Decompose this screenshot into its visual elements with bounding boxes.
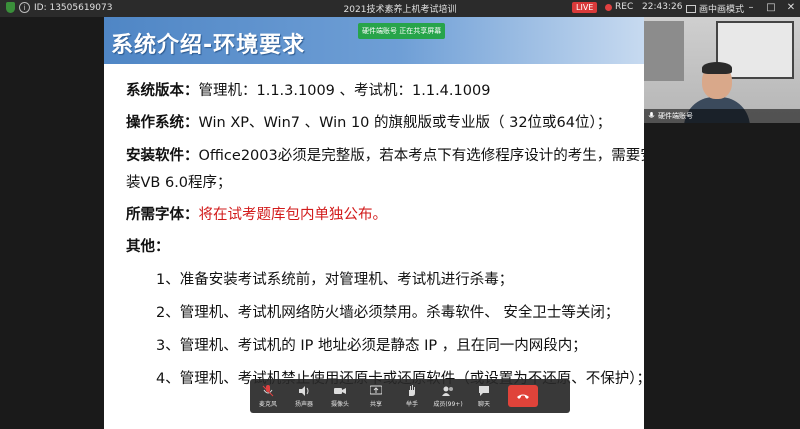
list-item: 1、准备安装考试系统前，对管理机、考试机进行杀毒； — [156, 272, 514, 288]
version-line: 系统版本：管理机：1.1.3.1009 、考试机：1.1.4.1009 — [126, 79, 490, 100]
video-shelf — [644, 21, 684, 81]
slide-header: 系统介绍-环境要求 硬件端账号 正在共享屏幕 — [104, 17, 644, 64]
hangup-icon — [517, 394, 529, 399]
raise-hand-label: 举手 — [405, 400, 418, 408]
camera-button[interactable]: 摄像头 — [322, 379, 358, 413]
rec-label: REC — [615, 2, 634, 12]
maximize-icon[interactable]: □ — [764, 1, 778, 15]
share-button[interactable]: 共享 — [358, 379, 394, 413]
participant-name: 硬件端账号 — [658, 112, 693, 120]
software-cont: 装VB 6.0程序； — [126, 175, 232, 191]
live-badge: LIVE — [572, 2, 598, 13]
share-screen-icon — [370, 385, 382, 394]
members-icon — [442, 386, 453, 396]
raise-hand-button[interactable]: 举手 — [394, 379, 430, 413]
os-label: 操作系统： — [126, 115, 199, 131]
speaker-label: 扬声器 — [294, 400, 313, 408]
meeting-toolbar: 麦克风 扬声器 摄像头 共享 举手 成员(99+) 聊天 — [250, 379, 570, 413]
camera-label: 摄像头 — [330, 400, 349, 408]
os-value: Win XP、Win7 、Win 10 的旗舰版或专业版（ 32位或64位）； — [198, 115, 612, 131]
shared-slide: 系统介绍-环境要求 硬件端账号 正在共享屏幕 系统版本：管理机：1.1.3.10… — [104, 17, 644, 429]
software-label: 安装软件： — [126, 148, 199, 164]
members-label: 成员(99+) — [433, 400, 463, 408]
chat-button[interactable]: 聊天 — [466, 379, 502, 413]
speaker-icon — [299, 385, 309, 396]
other-line: 其他： — [126, 235, 170, 256]
camera-icon — [334, 387, 346, 394]
font-label: 所需字体： — [126, 207, 199, 223]
os-line: 操作系统：Win XP、Win7 、Win 10 的旗舰版或专业版（ 32位或6… — [126, 111, 611, 132]
record-dot-icon — [605, 3, 612, 11]
mic-muted-icon — [262, 384, 274, 396]
mic-button[interactable]: 麦克风 — [250, 379, 286, 413]
speaker-button[interactable]: 扬声器 — [286, 379, 322, 413]
share-label: 共享 — [369, 400, 382, 408]
font-value: 将在试考题库包内单独公布。 — [198, 207, 388, 223]
leave-meeting-button[interactable] — [508, 385, 538, 407]
close-icon[interactable]: ✕ — [784, 1, 798, 15]
raise-hand-icon — [409, 384, 415, 396]
list-item: 3、管理机、考试机的 IP 地址必须是静态 IP ，且在同一内网段内； — [156, 338, 587, 354]
chat-label: 聊天 — [477, 400, 490, 408]
pip-mode-button[interactable]: 画中画模式 — [686, 2, 744, 15]
video-person-hair — [702, 62, 732, 74]
pip-label: 画中画模式 — [699, 5, 745, 15]
font-line: 所需字体：将在试考题库包内单独公布。 — [126, 203, 387, 224]
meeting-title-bar: i ID: 13505619073 2021技术素养上机考试培训 LIVE RE… — [0, 0, 800, 17]
other-label: 其他： — [126, 239, 170, 255]
recording-indicator: REC — [605, 2, 633, 12]
chat-icon — [479, 385, 489, 396]
list-item: 2、管理机、考试机网络防火墙必须禁用。杀毒软件、 安全卫士等关闭； — [156, 305, 620, 321]
members-button[interactable]: 成员(99+) — [430, 379, 466, 413]
participant-namebar: 硬件端账号 — [644, 109, 800, 123]
version-value: 管理机：1.1.3.1009 、考试机：1.1.4.1009 — [198, 83, 491, 99]
mic-small-icon — [648, 112, 655, 118]
version-label: 系统版本： — [126, 83, 199, 99]
minimize-icon[interactable]: – — [744, 1, 758, 15]
meeting-clock: 22:43:26 — [642, 2, 683, 12]
software-line: 安装软件：Office2003必须是完整版，若本考点下有选修程序设计的考生，需要… — [126, 144, 644, 165]
software-line-cont: 装VB 6.0程序； — [126, 171, 232, 192]
software-value: Office2003必须是完整版，若本考点下有选修程序设计的考生，需要安 — [198, 148, 645, 164]
screen-share-badge[interactable]: 硬件端账号 正在共享屏幕 — [358, 23, 446, 39]
slide-title: 系统介绍-环境要求 — [111, 33, 306, 58]
participant-video[interactable]: 硬件端账号 — [644, 17, 800, 123]
pip-icon — [686, 4, 696, 13]
mic-label: 麦克风 — [258, 400, 277, 408]
